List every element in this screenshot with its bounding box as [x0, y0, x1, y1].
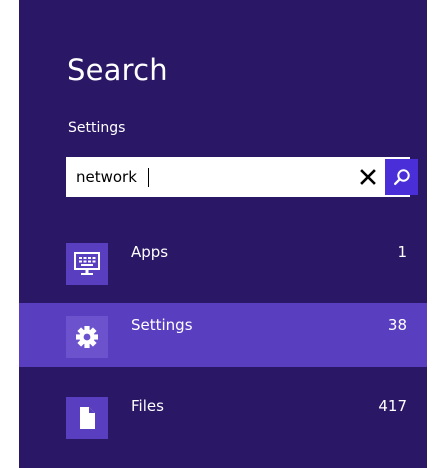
search-charm-pane: Search Settings network Apps 1 Settings … — [19, 0, 427, 468]
file-icon — [80, 407, 95, 429]
apps-tile — [66, 243, 108, 285]
clear-search-button[interactable] — [352, 159, 384, 195]
close-icon — [360, 169, 376, 185]
result-item-files[interactable]: Files 417 — [19, 384, 427, 448]
search-box — [66, 157, 418, 197]
search-title: Search — [67, 53, 168, 87]
gear-icon — [76, 326, 98, 348]
result-label-apps: Apps — [131, 243, 169, 261]
result-count-settings: 38 — [387, 316, 407, 334]
result-label-settings: Settings — [131, 316, 193, 334]
search-input[interactable] — [68, 159, 348, 195]
search-submit-button[interactable] — [385, 159, 418, 195]
text-caret — [148, 168, 149, 187]
files-tile — [66, 397, 108, 439]
result-count-apps: 1 — [397, 243, 407, 261]
result-item-settings[interactable]: Settings 38 — [19, 303, 427, 367]
result-count-files: 417 — [378, 397, 407, 415]
keyboard-monitor-icon — [74, 252, 100, 275]
result-label-files: Files — [131, 397, 164, 415]
search-scope-label[interactable]: Settings — [68, 118, 125, 138]
settings-tile — [66, 316, 108, 358]
search-icon — [393, 169, 410, 185]
result-item-apps[interactable]: Apps 1 — [19, 230, 427, 294]
